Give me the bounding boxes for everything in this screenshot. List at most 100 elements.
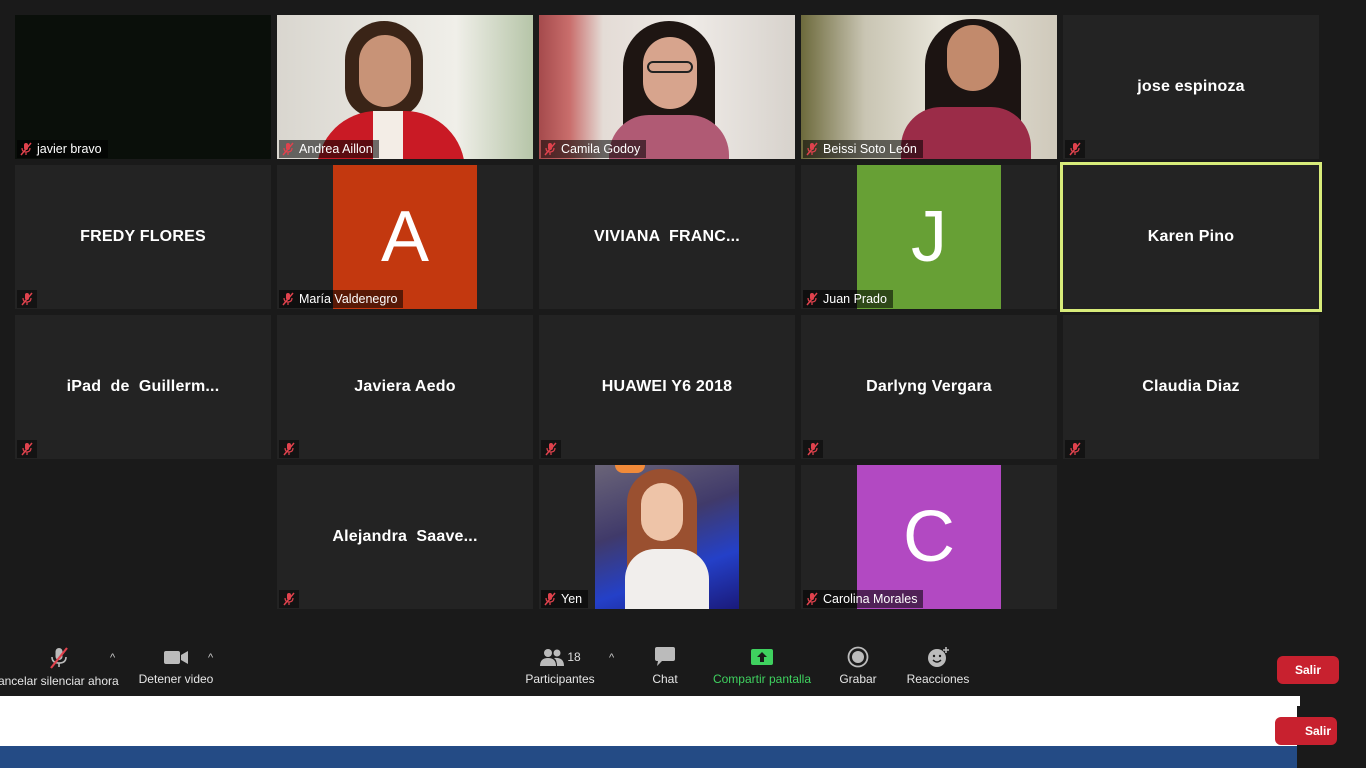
participants-options-caret-icon[interactable]: ^ xyxy=(609,652,614,664)
muted-mic-icon xyxy=(806,292,818,306)
mute-indicator xyxy=(279,440,299,458)
overlay-white-bar xyxy=(0,696,1297,746)
stop-video-button[interactable]: Detener video xyxy=(136,646,216,686)
participant-tile-karen-pino[interactable]: Karen Pino xyxy=(1060,162,1322,312)
mute-indicator xyxy=(803,440,823,458)
participant-name: jose espinoza xyxy=(1137,78,1245,95)
name-tag: Camila Godoy xyxy=(541,140,647,158)
muted-mic-icon xyxy=(1069,442,1081,456)
mute-indicator xyxy=(1065,440,1085,458)
participant-name: María Valdenegro xyxy=(299,292,398,306)
muted-mic-icon xyxy=(806,142,818,156)
muted-mic-icon xyxy=(282,292,294,306)
muted-mic-icon xyxy=(20,142,32,156)
mute-indicator xyxy=(541,440,561,458)
avatar: A xyxy=(333,165,477,309)
participant-tile-juan-prado[interactable]: J Juan Prado xyxy=(801,165,1057,309)
muted-mic-icon xyxy=(21,442,33,456)
record-label: Grabar xyxy=(839,672,877,686)
muted-mic-icon xyxy=(282,142,294,156)
participant-name: Beissi Soto León xyxy=(823,142,917,156)
mute-indicator xyxy=(1065,140,1085,158)
participant-name: Yen xyxy=(561,592,583,606)
name-tag: María Valdenegro xyxy=(279,290,404,308)
participant-tile-maria-valdenegro[interactable]: A María Valdenegro xyxy=(277,165,533,309)
avatar: J xyxy=(857,165,1001,309)
reactions-button[interactable]: Reacciones xyxy=(906,646,970,686)
participants-icon xyxy=(540,649,565,666)
chat-button[interactable]: Chat xyxy=(645,646,685,686)
participant-name: VIVIANA FRANC... xyxy=(594,228,740,245)
leave-meeting-button[interactable]: Salir xyxy=(1277,656,1339,684)
unmute-button[interactable]: Cancelar silenciar ahora xyxy=(0,646,119,688)
participant-tile-yen[interactable]: Yen xyxy=(539,465,795,609)
participant-tile-claudia-diaz[interactable]: Claudia Diaz xyxy=(1063,315,1319,459)
leave-label: Salir xyxy=(1294,663,1321,677)
record-button[interactable]: Grabar xyxy=(836,646,880,686)
participant-tile-alejandra-saave[interactable]: Alejandra Saave... xyxy=(277,465,533,609)
participant-name: Darlyng Vergara xyxy=(866,378,992,395)
participant-name: iPad de Guillerm... xyxy=(66,378,220,395)
muted-mic-icon xyxy=(544,592,556,606)
chat-label: Chat xyxy=(652,672,678,686)
name-tag: Andrea Aillon xyxy=(279,140,379,158)
participants-label: Participantes xyxy=(525,672,595,686)
participant-tile-carolina-morales[interactable]: C Carolina Morales xyxy=(801,465,1057,609)
muted-mic-icon xyxy=(806,592,818,606)
video-feed xyxy=(801,15,1057,159)
video-feed xyxy=(595,465,739,609)
participant-name: Alejandra Saave... xyxy=(332,528,478,545)
video-feed xyxy=(277,15,533,159)
participant-name: Carolina Morales xyxy=(823,592,918,606)
participant-name: Claudia Diaz xyxy=(1142,378,1240,395)
name-tag: Yen xyxy=(541,590,589,608)
video-camera-icon xyxy=(164,651,188,664)
participant-tile-viviana-franc[interactable]: VIVIANA FRANC... xyxy=(539,165,795,309)
participant-name: Javiera Aedo xyxy=(354,378,456,395)
participant-tile-jose-espinoza[interactable]: jose espinoza xyxy=(1063,15,1319,159)
participant-tile-huawei-y6[interactable]: HUAWEI Y6 2018 xyxy=(539,315,795,459)
video-options-caret-icon[interactable]: ^ xyxy=(208,652,213,664)
muted-mic-icon xyxy=(21,292,33,306)
share-screen-icon xyxy=(751,649,773,665)
participant-name: Andrea Aillon xyxy=(299,142,373,156)
avatar-initial: C xyxy=(903,497,955,577)
divider xyxy=(1297,696,1300,706)
share-screen-button[interactable]: Compartir pantalla xyxy=(710,646,814,686)
record-icon xyxy=(847,646,869,668)
mute-indicator xyxy=(17,440,37,458)
avatar-initial: J xyxy=(911,197,947,277)
reactions-label: Reacciones xyxy=(906,672,970,686)
leave-label-duplicate: Salir xyxy=(1304,724,1331,738)
participant-tile-fredy-flores[interactable]: FREDY FLORES xyxy=(15,165,271,309)
participant-tile-camila-godoy[interactable]: Camila Godoy xyxy=(539,15,795,159)
participants-count: 18 xyxy=(567,650,581,664)
muted-mic-icon xyxy=(545,442,557,456)
participant-name: javier bravo xyxy=(37,142,102,156)
muted-mic-icon xyxy=(283,442,295,456)
participant-tile-ipad-guillermo[interactable]: iPad de Guillerm... xyxy=(15,315,271,459)
muted-microphone-icon xyxy=(50,647,68,669)
participant-tile-javier-bravo[interactable]: javier bravo xyxy=(15,15,271,159)
participant-name: Karen Pino xyxy=(1147,228,1235,245)
mute-indicator xyxy=(17,290,37,308)
video-feed xyxy=(539,15,795,159)
participants-button[interactable]: 18 Participantes xyxy=(524,646,596,686)
video-label: Detener video xyxy=(138,672,214,686)
reactions-smiley-icon xyxy=(928,647,949,667)
participant-tile-javiera-aedo[interactable]: Javiera Aedo xyxy=(277,315,533,459)
participant-tile-andrea-aillon[interactable]: Andrea Aillon xyxy=(277,15,533,159)
name-tag: Juan Prado xyxy=(803,290,893,308)
unmute-label: Cancelar silenciar ahora xyxy=(0,674,119,688)
audio-options-caret-icon[interactable]: ^ xyxy=(110,652,115,664)
avatar-initial: A xyxy=(380,197,430,277)
overlay-blue-bar xyxy=(0,746,1297,768)
participant-tile-beissi-soto-leon[interactable]: Beissi Soto León xyxy=(801,15,1057,159)
participant-name: Juan Prado xyxy=(823,292,887,306)
participant-name: Camila Godoy xyxy=(561,142,641,156)
participant-tile-darlyng-vergara[interactable]: Darlyng Vergara xyxy=(801,315,1057,459)
muted-mic-icon xyxy=(283,592,295,606)
chat-bubble-icon xyxy=(655,647,675,666)
share-screen-label: Compartir pantalla xyxy=(712,672,812,686)
leave-meeting-button-duplicate[interactable]: Salir xyxy=(1275,717,1337,745)
